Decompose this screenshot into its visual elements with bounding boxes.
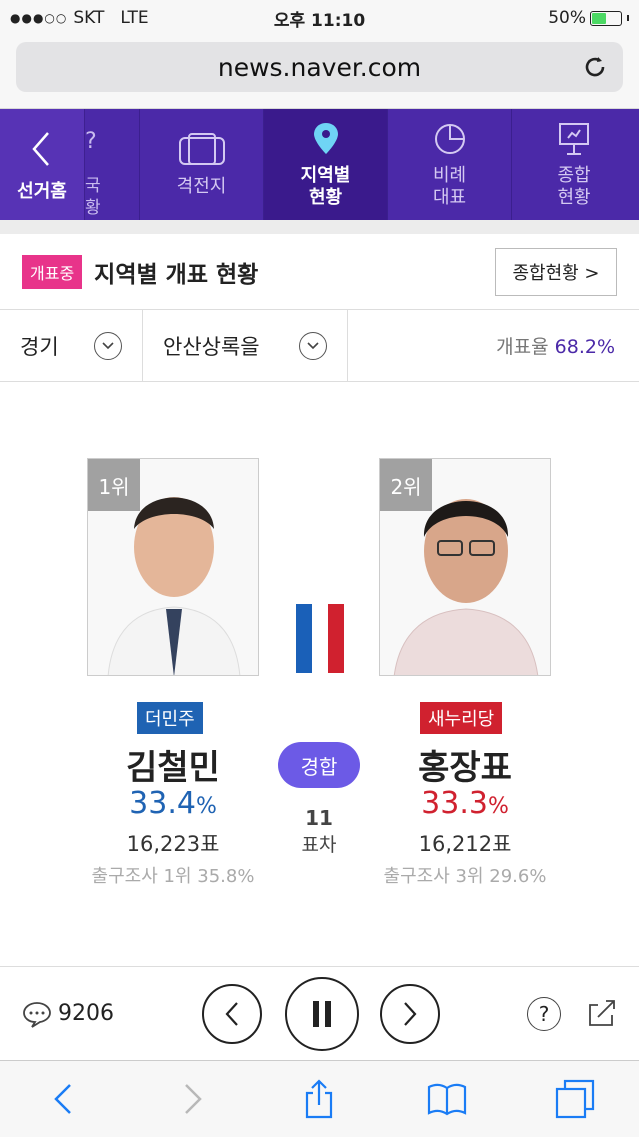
address-bar[interactable]: news.naver.com <box>16 42 623 92</box>
pause-button[interactable] <box>285 977 359 1051</box>
playback-controls: 9206 ? <box>0 967 639 1061</box>
pause-icon <box>313 1001 331 1027</box>
candidate-pct-unit-1: % <box>195 794 217 819</box>
party-badge-2: 새누리당 <box>420 702 503 734</box>
tricolor-flag-icon <box>296 604 344 673</box>
chevron-left-icon <box>32 131 49 166</box>
candidate-photo-1: 1위 <box>87 458 259 676</box>
chevron-left-icon <box>225 1002 238 1026</box>
candidate-votes-1: 16,223표 <box>126 832 220 856</box>
summary-button[interactable]: 종합현황 > <box>495 247 617 296</box>
candidate-pct-unit-2: % <box>487 794 509 819</box>
next-button[interactable] <box>380 984 440 1044</box>
pie-chart-icon <box>434 123 465 154</box>
region-value: 경기 <box>20 334 59 359</box>
chevron-down-icon <box>94 331 122 360</box>
candidate-photo-2: 2위 <box>379 458 551 676</box>
vote-difference: 11 표차 <box>278 806 360 857</box>
back-icon[interactable] <box>42 1077 86 1121</box>
page-title: 지역별 개표 현황 <box>94 261 259 288</box>
count-rate-label: 개표율 <box>496 336 549 358</box>
location-pin-icon <box>313 122 338 154</box>
network: LTE <box>120 8 149 28</box>
exit-poll-2: 출구조사 3위 29.6% <box>383 866 547 887</box>
count-rate-value: 68.2% <box>554 336 615 358</box>
url-text: news.naver.com <box>217 52 422 82</box>
forward-icon[interactable] <box>170 1077 214 1121</box>
district-value: 안산상록을 <box>163 334 260 359</box>
camera-icon <box>178 132 225 165</box>
counting-badge: 개표중 <box>22 254 83 289</box>
candidate-name-2: 홍장표 <box>418 748 512 788</box>
comment-icon <box>23 1001 51 1028</box>
candidate-name-1: 김철민 <box>126 748 220 788</box>
presentation-icon <box>559 122 589 155</box>
tab-overall-status[interactable]: 종합 현황 <box>512 109 636 220</box>
nav-partial-char-2: 황 <box>85 198 101 218</box>
count-rate: 개표율 68.2% <box>348 332 639 359</box>
candidate-pct-value-1: 33.4 <box>129 786 196 821</box>
rank-badge-1: 1위 <box>88 459 140 511</box>
chevron-right-icon <box>404 1002 417 1026</box>
tab-battleground[interactable]: 격전지 <box>140 109 264 220</box>
exit-poll-1: 출구조사 1위 35.8% <box>91 866 255 887</box>
comment-count: 9206 <box>58 1001 114 1026</box>
candidate-votes-2: 16,212표 <box>418 832 512 856</box>
region-select[interactable]: 경기 <box>0 309 143 382</box>
candidate-pct-value-2: 33.3 <box>421 786 488 821</box>
vote-difference-value: 11 <box>305 806 333 830</box>
tab-regional-label-1: 지역별 <box>300 164 351 186</box>
party-badge-1: 더민주 <box>137 702 203 734</box>
tab-overall-label-2: 현황 <box>557 186 591 208</box>
share-icon[interactable] <box>297 1077 341 1121</box>
tab-proportional-label-1: 비례 <box>432 164 467 186</box>
tab-battleground-label: 격전지 <box>176 175 227 197</box>
chevron-down-icon <box>299 331 327 360</box>
tab-regional-label-2: 현황 <box>308 186 343 208</box>
tabs-icon[interactable] <box>553 1077 597 1121</box>
section-header: 개표중 지역별 개표 현황 종합현황 > <box>0 234 639 310</box>
candidate-pct-2: 33.3% <box>379 786 551 821</box>
battery-icon <box>590 10 622 26</box>
help-icon[interactable]: ? <box>527 997 561 1031</box>
status-bar: ●●●○○ SKT LTE 오후 11:10 50% <box>0 0 639 36</box>
battery-percent: 50% <box>548 8 586 28</box>
district-select[interactable]: 안산상록을 <box>143 309 348 382</box>
rank-badge-2: 2위 <box>380 459 432 511</box>
filter-bar: 경기 안산상록을 개표율 68.2% <box>0 309 639 382</box>
bookmarks-icon[interactable] <box>425 1077 469 1121</box>
results-panel: 1위 2위 더민주 새누리당 김철민 홍장표 33.4% 33.3% 16,22… <box>0 382 639 967</box>
tab-proportional[interactable]: 비례 대표 <box>388 109 512 220</box>
election-home-button[interactable]: 선거홈 <box>0 109 85 220</box>
reload-icon[interactable] <box>581 53 609 81</box>
share-icon[interactable] <box>586 997 618 1029</box>
tab-overall-label-1: 종합 <box>557 164 591 186</box>
carrier: SKT <box>73 8 105 28</box>
election-home-label: 선거홈 <box>17 180 67 202</box>
tab-proportional-label-2: 대표 <box>432 186 467 208</box>
tab-regional-status[interactable]: 지역별 현황 <box>264 109 388 220</box>
browser-toolbar <box>0 1061 639 1137</box>
candidate-pct-1: 33.4% <box>87 786 259 821</box>
race-status-badge: 경합 <box>278 742 360 788</box>
vote-difference-label: 표차 <box>301 834 337 856</box>
comments-button[interactable]: 9206 <box>22 1000 114 1028</box>
signal-icon: ●●●○○ <box>10 11 68 25</box>
previous-button[interactable] <box>202 984 262 1044</box>
election-nav: 선거홈 ? 국 황 격전지 지역별 현황 비례 대표 종합 현황 <box>0 109 639 220</box>
nav-item-partial[interactable]: ? 국 황 <box>85 109 140 220</box>
